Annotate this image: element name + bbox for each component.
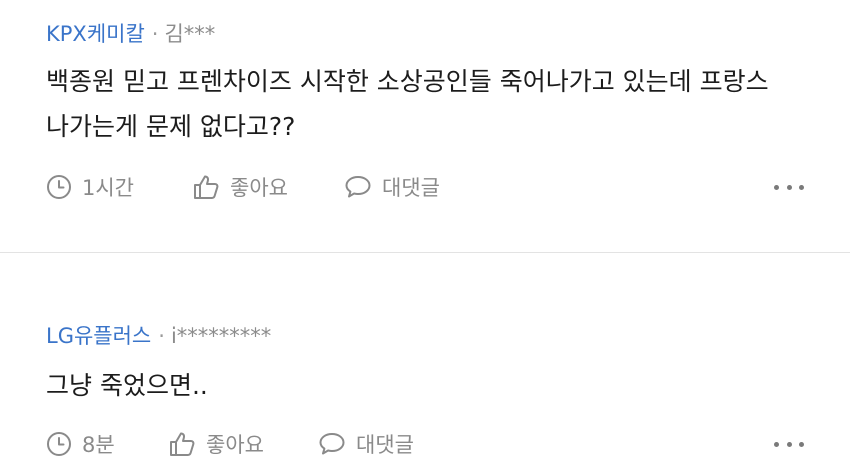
like-button[interactable]: 좋아요 bbox=[192, 172, 344, 202]
more-dots-icon bbox=[799, 441, 804, 447]
clock-icon bbox=[47, 432, 71, 456]
comment-author-line: KPX케미칼 · 김*** bbox=[46, 21, 215, 47]
comment-actions: 1시간 좋아요 대댓글 bbox=[46, 170, 804, 204]
time-label: 8분 bbox=[82, 433, 115, 457]
more-dots-icon bbox=[786, 184, 792, 190]
comment-author-line: LG유플러스 · i********* bbox=[46, 323, 271, 349]
author-name[interactable]: LG유플러스 bbox=[46, 324, 151, 348]
reply-button[interactable]: 대댓글 bbox=[318, 429, 414, 459]
author-id: i********* bbox=[170, 324, 272, 348]
author-separator: · bbox=[151, 22, 159, 46]
author-separator: · bbox=[158, 324, 165, 348]
speech-bubble-icon bbox=[345, 176, 371, 198]
author-name[interactable]: KPX케미칼 bbox=[46, 22, 145, 46]
comment-item: KPX케미칼 · 김*** 백종원 믿고 프렌차이즈 시작한 소상공인들 죽어나가고… bbox=[0, 0, 850, 252]
more-dots-icon bbox=[774, 184, 779, 190]
clock-icon bbox=[47, 175, 71, 199]
speech-bubble-icon bbox=[319, 433, 345, 455]
more-button[interactable] bbox=[774, 177, 804, 197]
more-dots-icon bbox=[799, 184, 804, 190]
author-id: 김*** bbox=[164, 22, 216, 46]
time-label: 1시간 bbox=[82, 176, 135, 200]
reply-button[interactable]: 대댓글 bbox=[344, 172, 440, 202]
reply-label: 대댓글 bbox=[356, 433, 414, 457]
comment-text: 그냥 죽었으면.. bbox=[46, 371, 208, 400]
comment-item: LG유플러스 · i********* 그냥 죽었으면.. 8분 좋아요 대댓글 bbox=[0, 253, 850, 472]
comment-text: 백종원 믿고 프렌차이즈 시작한 소상공인들 죽어나가고 있는데 프랑스 나가는… bbox=[46, 67, 769, 141]
more-button[interactable] bbox=[774, 434, 804, 454]
comment-time: 8분 bbox=[46, 429, 168, 459]
thumbs-up-icon bbox=[170, 432, 195, 456]
more-dots-icon bbox=[774, 441, 779, 447]
like-label: 좋아요 bbox=[230, 176, 288, 200]
more-dots-icon bbox=[786, 441, 792, 447]
comment-actions: 8분 좋아요 대댓글 bbox=[46, 427, 804, 461]
like-label: 좋아요 bbox=[206, 433, 264, 457]
comment-time: 1시간 bbox=[46, 172, 192, 202]
like-button[interactable]: 좋아요 bbox=[168, 429, 318, 459]
thumbs-up-icon bbox=[194, 175, 219, 199]
reply-label: 대댓글 bbox=[382, 176, 440, 200]
